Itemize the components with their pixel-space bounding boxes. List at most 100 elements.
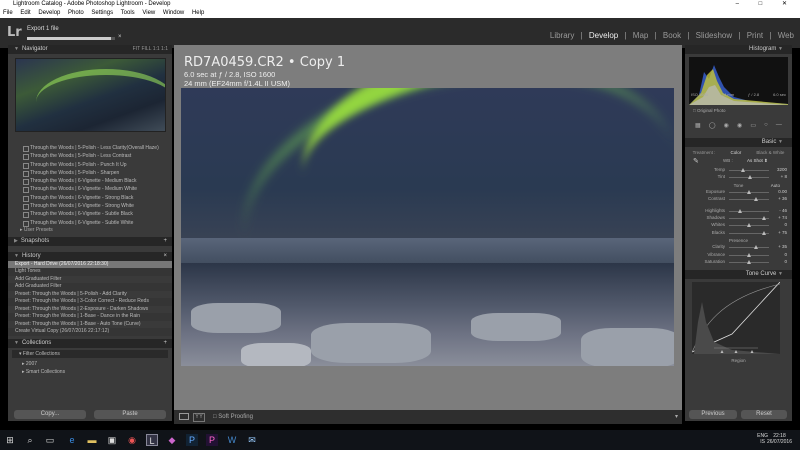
add-snapshot-icon[interactable]: +	[163, 237, 167, 246]
soft-proofing-checkbox[interactable]: □ Soft Proofing	[213, 410, 253, 424]
windows-start-icon[interactable]: ⊞	[4, 434, 16, 446]
slider-track[interactable]	[729, 175, 769, 180]
slider-knob[interactable]	[754, 197, 759, 202]
slider-track[interactable]	[729, 259, 769, 264]
menu-edit[interactable]: Edit	[20, 10, 30, 16]
menu-window[interactable]: Window	[163, 10, 184, 16]
slider-value[interactable]: 0	[784, 252, 787, 257]
menu-file[interactable]: File	[3, 10, 13, 16]
slider-row[interactable]: Blacks + 75	[685, 230, 792, 237]
slider-row[interactable]: Contrast + 36	[685, 196, 792, 203]
preset-item[interactable]: Through the Woods | 6-Vignette - Subtle …	[8, 219, 172, 227]
preset-item[interactable]: Through the Woods | 6-Vignette - Medium …	[8, 177, 172, 186]
slider-value[interactable]: + 8	[781, 174, 787, 179]
preset-item[interactable]: Through the Woods | 5-Polish - Less Cont…	[8, 152, 172, 161]
basic-header[interactable]: Basic ▼	[685, 138, 792, 147]
slider-knob[interactable]	[747, 252, 751, 257]
radial-filter-icon[interactable]: ○	[764, 122, 768, 129]
slider-row[interactable]: Vibrance 0	[685, 252, 792, 259]
history-item[interactable]: Preset: Through the Woods | 3-Color Corr…	[8, 298, 172, 306]
file-explorer-icon[interactable]: ▬	[86, 434, 98, 446]
slider-track[interactable]	[729, 252, 769, 257]
slider-value[interactable]: 0	[784, 259, 787, 264]
slider-knob[interactable]	[741, 168, 745, 172]
slider-knob[interactable]	[747, 189, 751, 194]
navigator-preview[interactable]	[15, 58, 166, 132]
slider-track[interactable]	[729, 245, 769, 250]
add-collection-icon[interactable]: +	[163, 339, 167, 348]
slider-track[interactable]	[729, 208, 769, 213]
preset-item[interactable]: Through the Woods | 6-Vignette - Subtle …	[8, 210, 172, 219]
slider-value[interactable]: 0.00	[778, 189, 787, 194]
slider-value[interactable]: + 35	[778, 244, 787, 249]
toolbar-menu-icon[interactable]: ▾	[675, 410, 678, 424]
paste-button[interactable]: Paste	[94, 410, 166, 419]
slider-knob[interactable]	[754, 245, 759, 250]
graduated-filter-icon[interactable]: ▭	[750, 122, 756, 129]
preset-item[interactable]: Through the Woods | 6-Vignette - Strong …	[8, 202, 172, 211]
search-icon[interactable]: ⌕	[24, 434, 36, 446]
history-item[interactable]: Preset: Through the Woods | 5-Polish - A…	[8, 290, 172, 299]
collection-item[interactable]: ▸ Smart Collections	[8, 368, 172, 376]
slider-knob[interactable]	[747, 175, 752, 180]
wb-eyedropper-icon[interactable]: ✎	[693, 157, 699, 165]
history-item[interactable]: Create Virtual Copy (26/07/2016 22:17:12…	[8, 328, 172, 336]
user-presets-folder[interactable]: ▸ User Presets	[8, 227, 172, 234]
history-item[interactable]: Light Tones	[8, 268, 172, 276]
slider-row[interactable]: Clarity + 35	[685, 244, 792, 251]
module-library[interactable]: Library	[550, 31, 574, 40]
tab-black-white[interactable]: Black & White	[756, 150, 784, 155]
slider-knob[interactable]	[737, 208, 742, 213]
reset-button[interactable]: Reset	[741, 410, 787, 419]
slider-row[interactable]: Saturation 0	[685, 259, 792, 266]
slider-track[interactable]	[729, 230, 769, 235]
app-icon[interactable]: ◆	[166, 434, 178, 446]
slider-knob[interactable]	[761, 215, 766, 220]
slider-value[interactable]: - 46	[779, 208, 787, 213]
taskbar-clock[interactable]: 22:18 26/07/2016	[767, 433, 792, 445]
tone-curve-graph[interactable]	[691, 282, 781, 355]
menu-help[interactable]: Help	[192, 10, 204, 16]
module-book[interactable]: Book	[663, 31, 681, 40]
module-slideshow[interactable]: Slideshow	[696, 31, 732, 40]
word-icon[interactable]: W	[226, 434, 238, 446]
cancel-export-icon[interactable]: ×	[118, 34, 122, 40]
slider-knob[interactable]	[747, 259, 751, 264]
redeye-tool-icon[interactable]: ◉	[737, 122, 742, 129]
adjustment-brush-icon[interactable]: —	[776, 122, 782, 129]
menu-photo[interactable]: Photo	[68, 10, 84, 16]
slider-track[interactable]	[729, 215, 769, 220]
history-item[interactable]: Add Graduated Filter	[8, 275, 172, 284]
tab-color[interactable]: Color	[731, 150, 742, 155]
history-item[interactable]: Add Graduated Filter	[8, 283, 172, 291]
previous-button[interactable]: Previous	[689, 410, 737, 419]
preset-item[interactable]: Through the Woods | 5-Polish - Less Clar…	[8, 144, 172, 153]
zoom-fill[interactable]: FILL	[141, 46, 151, 52]
module-develop[interactable]: Develop	[589, 31, 618, 40]
history-item[interactable]: Preset: Through the Woods | 2-Exposure -…	[8, 305, 172, 314]
preset-item[interactable]: Through the Woods | 6-Vignette - Strong …	[8, 194, 172, 203]
history-item[interactable]: Export - Hard Drive (26/07/2016 22:18:30…	[8, 260, 172, 269]
menu-develop[interactable]: Develop	[38, 10, 60, 16]
slider-row[interactable]: Temp 3200	[685, 167, 792, 174]
slider-value[interactable]: + 74	[778, 215, 787, 220]
chrome-icon[interactable]: ◉	[126, 434, 138, 446]
photoshop-icon[interactable]: P	[186, 434, 198, 446]
module-map[interactable]: Map	[633, 31, 649, 40]
edge-icon[interactable]: e	[66, 434, 78, 446]
slider-value[interactable]: 0	[784, 222, 787, 227]
spot-removal-icon[interactable]: ◉	[724, 122, 729, 129]
store-icon[interactable]: ▣	[106, 434, 118, 446]
slider-track[interactable]	[729, 197, 769, 202]
before-after-icon[interactable]: YY	[193, 413, 206, 422]
slider-row[interactable]: Tint + 8	[685, 174, 792, 181]
wb-dropdown[interactable]: As Shot ⬍	[747, 158, 768, 164]
grid-tool-icon[interactable]: ▦	[695, 122, 701, 129]
preset-item[interactable]: Through the Woods | 6-Vignette - Medium …	[8, 185, 172, 194]
slider-row[interactable]: Exposure 0.00	[685, 189, 792, 196]
module-web[interactable]: Web	[778, 31, 794, 40]
slider-track[interactable]	[729, 168, 769, 172]
collection-item[interactable]: ▸ 2007	[8, 360, 172, 368]
task-view-icon[interactable]: ▭	[44, 434, 56, 446]
lightroom-taskbar-icon[interactable]: L	[146, 434, 158, 446]
